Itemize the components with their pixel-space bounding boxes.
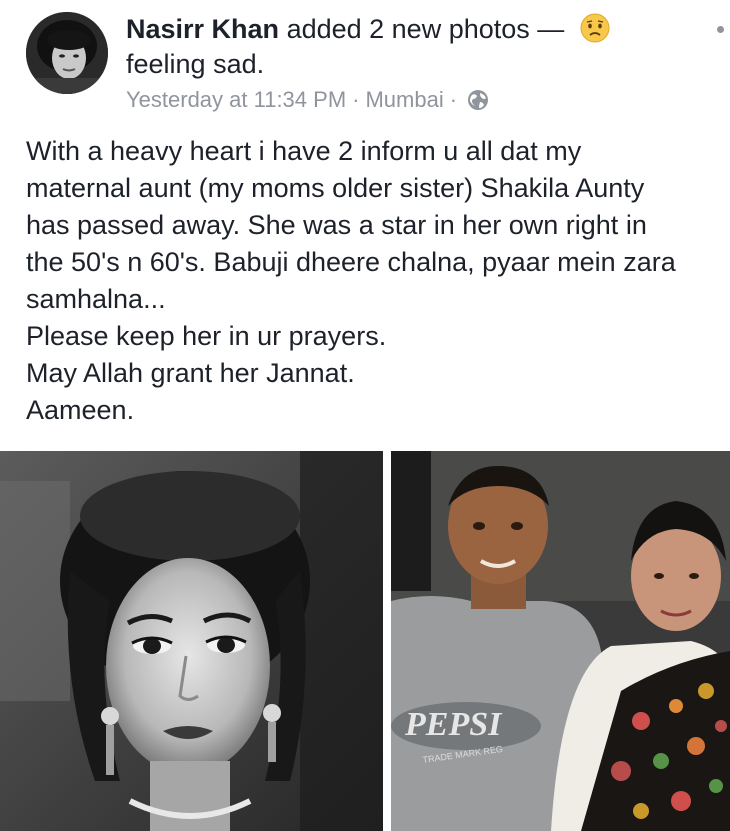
shirt-text: PEPSI [404,706,503,743]
profile-avatar[interactable] [26,12,108,94]
feeling-text: feeling sad. [126,49,265,79]
post-header: Nasirr Khan added 2 new photos — [126,12,686,47]
post-text-line: the 50's n 60's. Babuji dheere chalna, p… [26,247,676,277]
post-text-line: Please keep her in ur prayers. [26,321,387,351]
post-text-line: With a heavy heart i have 2 inform u all… [26,136,582,166]
post-photo-1[interactable] [0,451,383,831]
feed-post: Nasirr Khan added 2 new photos — feeling… [0,0,730,831]
location[interactable]: Mumbai [365,87,443,112]
post-body-text: With a heavy heart i have 2 inform u all… [26,133,726,429]
author-name[interactable]: Nasirr Khan [126,14,279,44]
timestamp[interactable]: Yesterday at 11:34 PM [126,87,346,112]
sad-face-emoji-icon [580,13,610,43]
meta-separator-2: · [449,87,458,112]
meta-separator: · [352,87,360,112]
post-text-line: samhalna... [26,284,166,314]
post-meta: Yesterday at 11:34 PM · Mumbai · [126,86,489,114]
post-text-line: maternal aunt (my moms older sister) Sha… [26,173,645,203]
post-text-line: May Allah grant her Jannat. [26,358,355,388]
post-text-line: has passed away. She was a star in her o… [26,210,647,240]
post-text-line: Aameen. [26,395,135,425]
action-text: added 2 new photos — [279,14,572,44]
post-photo-2[interactable]: PEPSI TRADE MARK REG [391,451,730,831]
more-options-icon[interactable] [717,26,724,33]
globe-icon[interactable] [467,89,489,111]
